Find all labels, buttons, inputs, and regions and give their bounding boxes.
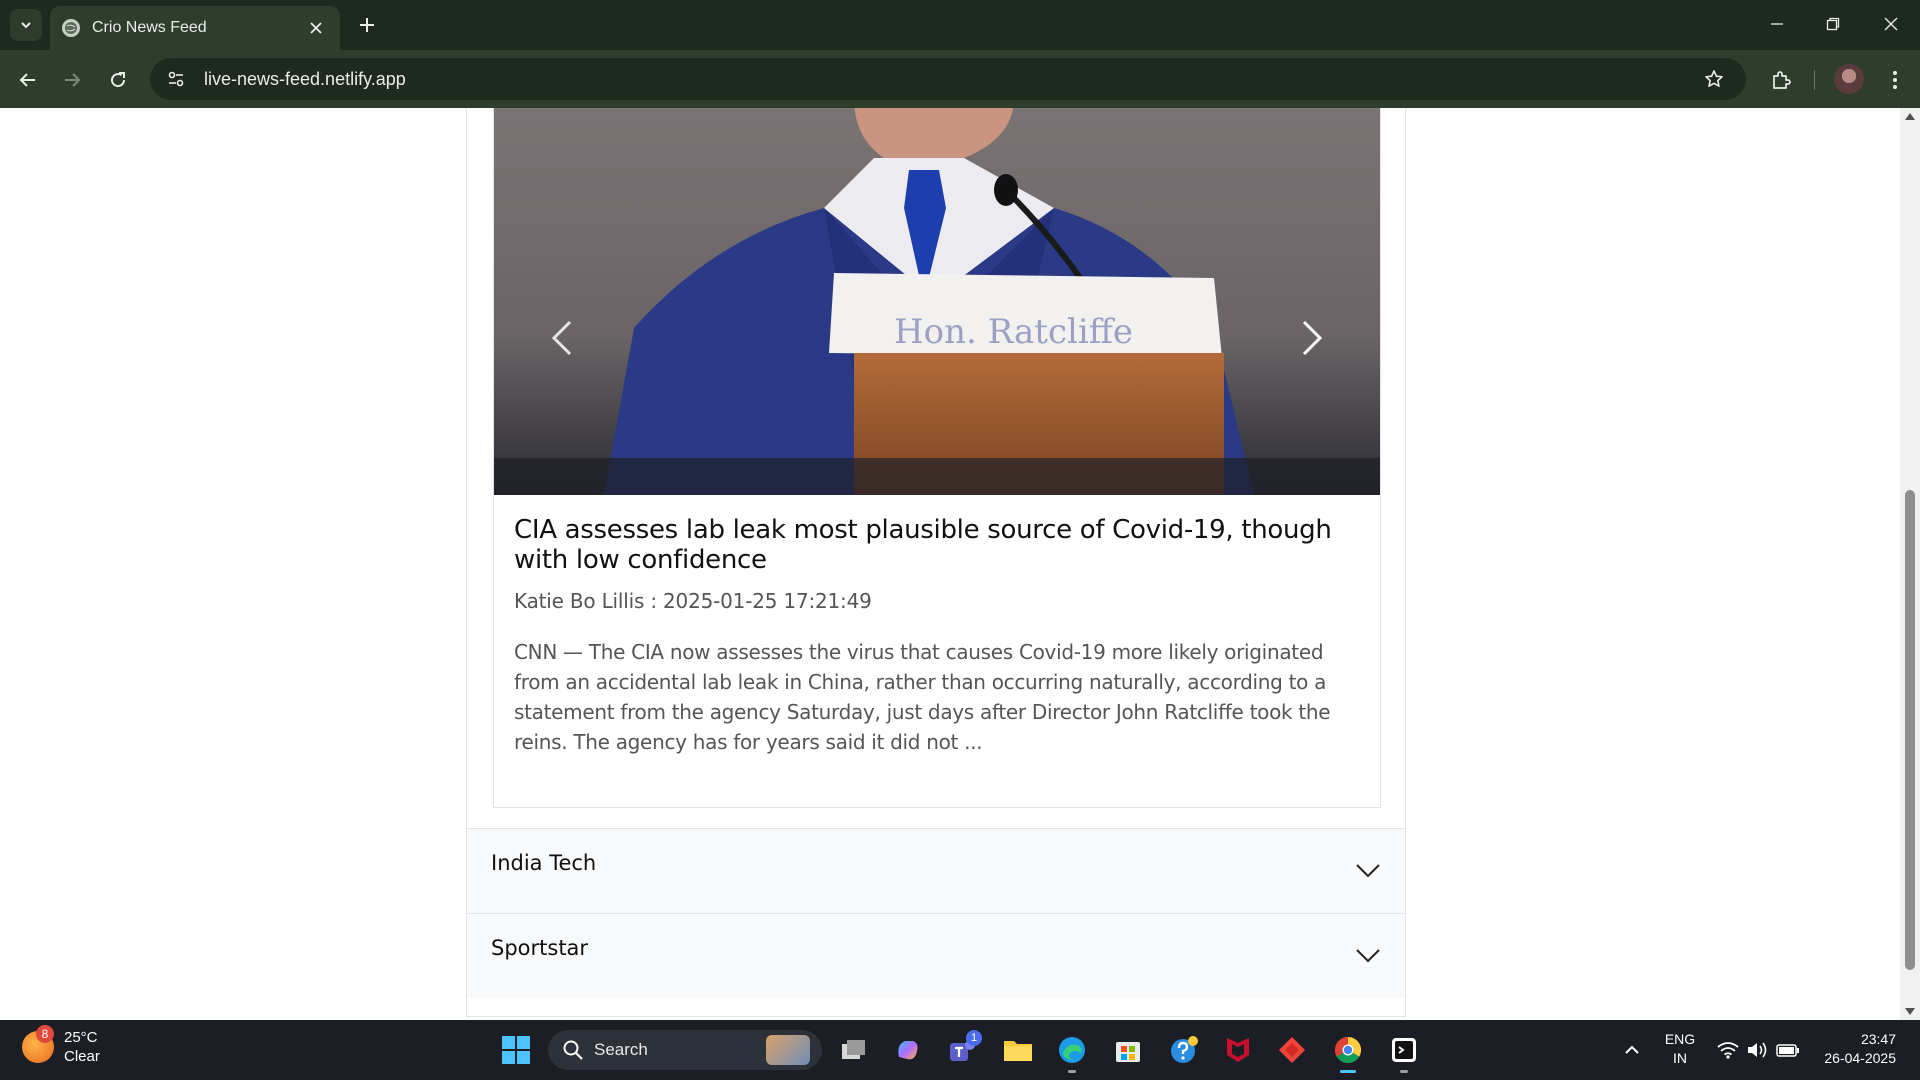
search-icon bbox=[563, 1040, 583, 1060]
chevron-down-icon bbox=[1356, 864, 1380, 878]
weather-widget[interactable]: 8 25°C Clear bbox=[22, 1025, 100, 1066]
forward-button[interactable] bbox=[56, 64, 88, 96]
minimize-icon bbox=[1771, 23, 1783, 25]
back-button[interactable] bbox=[12, 64, 44, 96]
address-bar[interactable]: live-news-feed.netlify.app bbox=[150, 58, 1746, 100]
close-window-button[interactable] bbox=[1866, 6, 1916, 42]
weather-moon-icon: 8 bbox=[22, 1025, 54, 1063]
site-info-icon[interactable] bbox=[156, 59, 196, 99]
show-hidden-icons-button[interactable] bbox=[1616, 1034, 1648, 1066]
news-card-body: CIA assesses lab leak most plausible sou… bbox=[494, 495, 1380, 777]
news-card[interactable]: Hon. Ratcliffe CIA assesses lab leak mos… bbox=[493, 108, 1381, 808]
volume-icon[interactable] bbox=[1742, 1034, 1774, 1066]
accordion-label: Sportstar bbox=[491, 936, 589, 960]
news-photo: Hon. Ratcliffe bbox=[494, 108, 1380, 495]
scroll-thumb[interactable] bbox=[1905, 490, 1915, 970]
task-view-icon[interactable] bbox=[838, 1034, 870, 1066]
news-accordion: Hon. Ratcliffe CIA assesses lab leak mos… bbox=[466, 108, 1406, 1017]
weather-badge: 8 bbox=[36, 1025, 54, 1043]
running-indicator bbox=[1400, 1070, 1408, 1073]
chevron-down-icon bbox=[1356, 949, 1380, 963]
clock-date: 26-04-2025 bbox=[1824, 1050, 1896, 1066]
new-tab-button[interactable] bbox=[352, 10, 382, 40]
arrow-right-icon bbox=[65, 73, 81, 87]
scroll-up-arrow-icon[interactable] bbox=[1904, 110, 1916, 122]
carousel-prev-button[interactable] bbox=[534, 308, 590, 368]
active-indicator bbox=[1340, 1070, 1356, 1073]
minimize-button[interactable] bbox=[1752, 6, 1802, 42]
browser-toolbar: live-news-feed.netlify.app bbox=[0, 50, 1920, 108]
page-scrollbar[interactable] bbox=[1900, 108, 1920, 1020]
placard-text: Hon. Ratcliffe bbox=[894, 312, 1133, 352]
news-image: Hon. Ratcliffe bbox=[494, 108, 1380, 495]
tab-search-button[interactable] bbox=[10, 9, 42, 41]
restore-button[interactable] bbox=[1808, 6, 1858, 42]
teams-badge: 1 bbox=[966, 1030, 982, 1046]
language-code: ENG bbox=[1664, 1031, 1696, 1047]
chevron-down-icon bbox=[21, 22, 31, 29]
news-title[interactable]: CIA assesses lab leak most plausible sou… bbox=[514, 515, 1360, 575]
scroll-down-arrow-icon[interactable] bbox=[1904, 1006, 1916, 1018]
carousel-next-button[interactable] bbox=[1284, 308, 1340, 368]
language-indicator[interactable]: ENG IN bbox=[1656, 1030, 1704, 1068]
wifi-icon[interactable] bbox=[1712, 1034, 1744, 1066]
terminal-app-icon[interactable] bbox=[1388, 1034, 1420, 1073]
accordion-label: India Tech bbox=[491, 851, 597, 875]
taskbar-search[interactable]: Search bbox=[548, 1030, 822, 1070]
windows-logo-icon bbox=[502, 1036, 530, 1064]
clock-time: 23:47 bbox=[1860, 1031, 1896, 1047]
chevron-right-icon bbox=[1302, 320, 1323, 356]
teams-icon[interactable]: 1 bbox=[946, 1030, 982, 1066]
chevron-up-icon bbox=[1625, 1045, 1639, 1054]
close-icon bbox=[1884, 17, 1898, 31]
accordion-item-sportstar[interactable]: Sportstar bbox=[467, 913, 1405, 998]
arrow-left-icon bbox=[19, 73, 35, 87]
toolbar-divider bbox=[1814, 70, 1815, 90]
profile-avatar[interactable] bbox=[1834, 64, 1864, 94]
plus-icon bbox=[360, 18, 374, 32]
bookmark-star-icon[interactable] bbox=[1696, 61, 1732, 97]
copilot-icon[interactable] bbox=[892, 1034, 924, 1066]
help-icon[interactable] bbox=[1168, 1034, 1200, 1066]
restore-icon bbox=[1826, 17, 1840, 31]
reload-icon bbox=[111, 72, 126, 88]
tab-title: Crio News Feed bbox=[92, 19, 207, 36]
news-description: CNN — The CIA now assesses the virus tha… bbox=[514, 640, 1331, 754]
anydesk-icon[interactable] bbox=[1276, 1034, 1308, 1066]
edge-icon[interactable] bbox=[1056, 1034, 1088, 1073]
taskbar: 8 25°C Clear Search 1 ENG IN 23:47 26-04… bbox=[0, 1020, 1920, 1080]
microsoft-store-icon[interactable] bbox=[1112, 1034, 1144, 1066]
close-tab-icon[interactable] bbox=[304, 16, 328, 40]
running-indicator bbox=[1068, 1070, 1076, 1073]
browser-tabstrip: Crio News Feed bbox=[0, 0, 1920, 50]
system-clock[interactable]: 23:47 26-04-2025 bbox=[1814, 1030, 1896, 1068]
file-explorer-icon[interactable] bbox=[1002, 1034, 1034, 1066]
browser-tab-active[interactable]: Crio News Feed bbox=[50, 6, 340, 50]
globe-icon bbox=[62, 19, 80, 37]
start-button[interactable] bbox=[500, 1034, 532, 1066]
chevron-left-icon bbox=[551, 320, 572, 356]
weather-temperature: 25°C bbox=[64, 1029, 98, 1046]
mcafee-icon[interactable] bbox=[1222, 1034, 1254, 1066]
chrome-icon[interactable] bbox=[1332, 1034, 1364, 1073]
news-author-date: Katie Bo Lillis : 2025-01-25 17:21:49 bbox=[514, 589, 872, 613]
browser-menu-button[interactable] bbox=[1880, 64, 1910, 96]
battery-icon[interactable] bbox=[1772, 1034, 1804, 1066]
region-code: IN bbox=[1673, 1050, 1687, 1066]
more-vertical-icon bbox=[1893, 71, 1897, 89]
extensions-icon[interactable] bbox=[1764, 63, 1798, 97]
url-text: live-news-feed.netlify.app bbox=[204, 68, 406, 89]
weather-condition: Clear bbox=[64, 1048, 100, 1065]
search-label: Search bbox=[594, 1040, 648, 1059]
accordion-item-india-tech[interactable]: India Tech bbox=[467, 828, 1405, 913]
page-viewport: Hon. Ratcliffe CIA assesses lab leak mos… bbox=[0, 108, 1900, 1020]
reload-button[interactable] bbox=[102, 64, 134, 96]
search-highlight-icon bbox=[766, 1035, 810, 1065]
